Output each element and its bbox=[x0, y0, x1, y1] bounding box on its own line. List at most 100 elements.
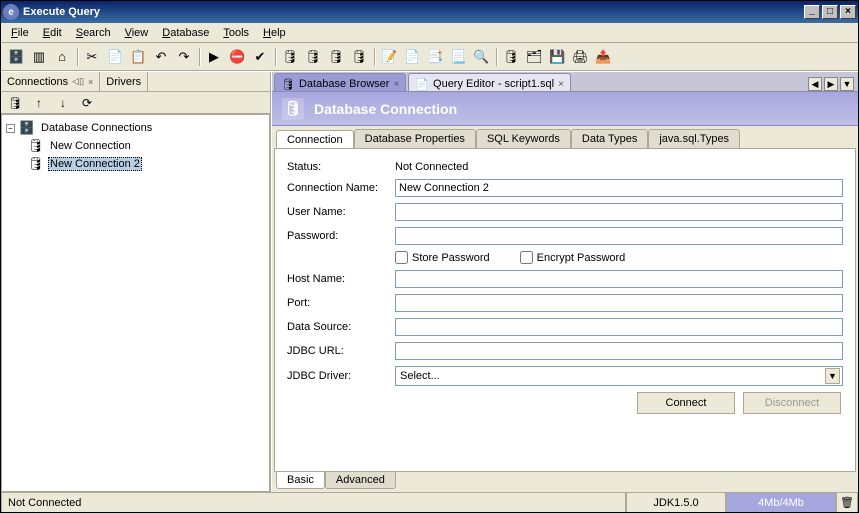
tb-paste-icon[interactable]: 📋 bbox=[127, 46, 149, 68]
tab-basic[interactable]: Basic bbox=[276, 472, 325, 489]
chk-label: Encrypt Password bbox=[537, 252, 626, 264]
tb-tool1-icon[interactable]: 🛢 bbox=[500, 46, 522, 68]
tab-menu-icon[interactable]: ▼ bbox=[840, 77, 854, 91]
tab-data-types[interactable]: Data Types bbox=[571, 129, 648, 148]
jdbc-driver-select[interactable]: Select... ▼ bbox=[395, 366, 843, 386]
menu-help[interactable]: Help bbox=[257, 25, 292, 41]
tab-minimize-icon[interactable]: ◁▯ bbox=[72, 76, 84, 87]
conn-refresh-icon[interactable]: ⟳ bbox=[79, 95, 95, 111]
conn-down-icon[interactable]: ↓ bbox=[55, 95, 71, 111]
tree-toggle-icon[interactable]: − bbox=[6, 124, 15, 133]
minimize-button[interactable]: _ bbox=[804, 5, 820, 19]
side-tab-label: Connections bbox=[7, 76, 68, 88]
tab-close-icon[interactable]: × bbox=[558, 79, 564, 90]
datasource-label: Data Source: bbox=[287, 321, 395, 333]
tb-redo-icon[interactable]: ↷ bbox=[173, 46, 195, 68]
tb-db3-icon[interactable]: 🛢 bbox=[325, 46, 347, 68]
tb-db1-icon[interactable]: 🛢 bbox=[279, 46, 301, 68]
toolbar: 🗄️ ▥ ⌂ ✂ 📄 📋 ↶ ↷ ▶ ⛔ ✔ 🛢 🛢 🛢 🛢 📝 📄 📑 📃 🔍… bbox=[1, 43, 858, 71]
tree-label: New Connection bbox=[48, 140, 133, 152]
tb-commit-icon[interactable]: ✔ bbox=[249, 46, 271, 68]
editor-tab-strip: 🛢 Database Browser × 📄 Query Editor - sc… bbox=[272, 72, 858, 92]
tb-connections-icon[interactable]: 🗄️ bbox=[5, 46, 27, 68]
menu-file[interactable]: File bbox=[5, 25, 35, 41]
tb-tool2-icon[interactable]: 🗂 bbox=[523, 46, 545, 68]
tb-cut-icon[interactable]: ✂ bbox=[81, 46, 103, 68]
gc-button[interactable]: 🗑 bbox=[836, 493, 858, 512]
app-window: e Execute Query _ □ × File Edit Search V… bbox=[0, 0, 859, 513]
menu-view[interactable]: View bbox=[119, 25, 155, 41]
conn-new-icon[interactable]: 🛢 bbox=[7, 95, 23, 111]
tab-database-browser[interactable]: 🛢 Database Browser × bbox=[274, 73, 406, 91]
tb-export-icon[interactable]: 📤 bbox=[592, 46, 614, 68]
tb-script5-icon[interactable]: 🔍 bbox=[470, 46, 492, 68]
tb-browser-icon[interactable]: ⌂ bbox=[51, 46, 73, 68]
menu-search[interactable]: Search bbox=[70, 25, 117, 41]
tab-db-properties[interactable]: Database Properties bbox=[354, 129, 476, 148]
tree-item-conn2[interactable]: 🛢 New Connection 2 bbox=[6, 155, 265, 173]
close-button[interactable]: × bbox=[840, 5, 856, 19]
username-input[interactable] bbox=[395, 203, 843, 221]
tb-run-icon[interactable]: ▶ bbox=[203, 46, 225, 68]
tab-advanced[interactable]: Advanced bbox=[325, 472, 396, 489]
datasource-input[interactable] bbox=[395, 318, 843, 336]
tb-script3-icon[interactable]: 📑 bbox=[424, 46, 446, 68]
database-icon: 🛢 bbox=[282, 98, 304, 120]
menu-tools[interactable]: Tools bbox=[217, 25, 255, 41]
host-input[interactable] bbox=[395, 270, 843, 288]
tree-item-conn1[interactable]: 🛢 New Connection bbox=[6, 137, 265, 155]
status-label: Status: bbox=[287, 161, 395, 173]
right-panel: 🛢 Database Browser × 📄 Query Editor - sc… bbox=[271, 72, 858, 492]
tab-prev-icon[interactable]: ◀ bbox=[808, 77, 822, 91]
tb-copy-icon[interactable]: 📄 bbox=[104, 46, 126, 68]
menu-edit[interactable]: Edit bbox=[37, 25, 68, 41]
tb-script2-icon[interactable]: 📄 bbox=[401, 46, 423, 68]
conn-up-icon[interactable]: ↑ bbox=[31, 95, 47, 111]
tb-script1-icon[interactable]: 📝 bbox=[378, 46, 400, 68]
connections-tree[interactable]: − 🗄️ Database Connections 🛢 New Connecti… bbox=[1, 114, 270, 492]
connect-button[interactable]: Connect bbox=[637, 392, 735, 414]
host-label: Host Name: bbox=[287, 273, 395, 285]
tb-undo-icon[interactable]: ↶ bbox=[150, 46, 172, 68]
app-icon: e bbox=[3, 4, 19, 20]
tb-db2-icon[interactable]: 🛢 bbox=[302, 46, 324, 68]
menubar: File Edit Search View Database Tools Hel… bbox=[1, 23, 858, 43]
tb-db4-icon[interactable]: 🛢 bbox=[348, 46, 370, 68]
tab-sql-keywords[interactable]: SQL Keywords bbox=[476, 129, 571, 148]
tb-script4-icon[interactable]: 📃 bbox=[447, 46, 469, 68]
jdbc-url-input[interactable] bbox=[395, 342, 843, 360]
menu-database[interactable]: Database bbox=[156, 25, 215, 41]
encrypt-password-checkbox[interactable]: Encrypt Password bbox=[520, 251, 626, 264]
side-mini-toolbar: 🛢 ↑ ↓ ⟳ bbox=[1, 92, 270, 114]
tab-java-sql-types[interactable]: java.sql.Types bbox=[648, 129, 740, 148]
side-tab-connections[interactable]: Connections ◁▯ × bbox=[1, 72, 100, 91]
side-tab-drivers[interactable]: Drivers bbox=[100, 72, 148, 91]
connection-name-input[interactable] bbox=[395, 179, 843, 197]
tab-query-editor[interactable]: 📄 Query Editor - script1.sql × bbox=[408, 73, 571, 91]
tb-stop-icon[interactable]: ⛔ bbox=[226, 46, 248, 68]
username-label: User Name: bbox=[287, 206, 395, 218]
side-tab-label: Drivers bbox=[106, 76, 141, 88]
tb-separator bbox=[196, 46, 202, 68]
tb-editor-icon[interactable]: ▥ bbox=[28, 46, 50, 68]
tab-close-icon[interactable]: × bbox=[88, 77, 93, 87]
maximize-button[interactable]: □ bbox=[822, 5, 838, 19]
statusbar: Not Connected JDK1.5.0 4Mb/4Mb 🗑 bbox=[1, 492, 858, 512]
tb-print-icon[interactable]: 🖨 bbox=[569, 46, 591, 68]
tab-close-icon[interactable]: × bbox=[393, 79, 399, 90]
disconnect-button[interactable]: Disconnect bbox=[743, 392, 841, 414]
section-header: 🛢 Database Connection bbox=[272, 92, 858, 126]
port-input[interactable] bbox=[395, 294, 843, 312]
detail-tabs: Connection Database Properties SQL Keywo… bbox=[272, 126, 858, 148]
tab-connection[interactable]: Connection bbox=[276, 130, 354, 149]
titlebar: e Execute Query _ □ × bbox=[1, 1, 858, 23]
tree-root[interactable]: − 🗄️ Database Connections bbox=[6, 119, 265, 137]
password-input[interactable] bbox=[395, 227, 843, 245]
window-title: Execute Query bbox=[23, 6, 802, 18]
store-password-checkbox[interactable]: Store Password bbox=[395, 251, 490, 264]
password-label: Password: bbox=[287, 230, 395, 242]
form-mode-tabs: Basic Advanced bbox=[272, 472, 858, 492]
tab-next-icon[interactable]: ▶ bbox=[824, 77, 838, 91]
tb-save-icon[interactable]: 💾 bbox=[546, 46, 568, 68]
dropdown-arrow-icon: ▼ bbox=[825, 368, 840, 384]
